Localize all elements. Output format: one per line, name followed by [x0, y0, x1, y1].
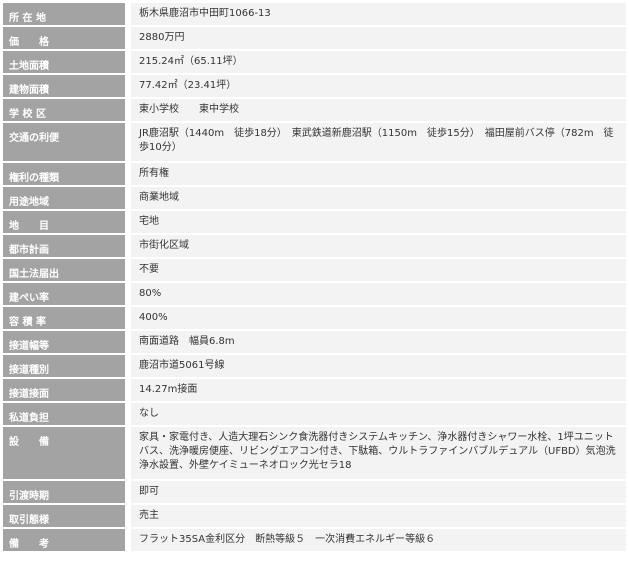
row-transport: 交通の利便 JR鹿沼駅（1440m 徒歩18分） 東武鉄道新鹿沼駅（1150m …	[3, 123, 626, 161]
row-remarks: 備 考 フラット35SA金利区分 断熱等級５ 一次消費エネルギー等級６	[3, 529, 626, 551]
row-label: 権利の種類	[3, 163, 131, 185]
row-city-planning: 都市計画 市街化区域	[3, 235, 626, 257]
row-land-category: 地 目 宅地	[3, 211, 626, 233]
row-value: 東小学校 東中学校	[131, 99, 626, 121]
row-road-type: 接道種別 鹿沼市道5061号線	[3, 355, 626, 377]
row-label: 地 目	[3, 211, 131, 233]
row-floor-area-ratio: 容 積 率 400%	[3, 307, 626, 329]
row-value: 2880万円	[131, 27, 626, 49]
row-label: 引渡時期	[3, 481, 131, 503]
row-label: 建物面積	[3, 75, 131, 97]
row-value: 鹿沼市道5061号線	[131, 355, 626, 377]
row-label: 所 在 地	[3, 3, 131, 25]
row-label: 接道幅等	[3, 331, 131, 353]
row-road-width: 接道幅等 南面道路 幅員6.8m	[3, 331, 626, 353]
row-label: 取引態様	[3, 505, 131, 527]
row-value: フラット35SA金利区分 断熱等級５ 一次消費エネルギー等級６	[131, 529, 626, 551]
row-label: 土地面積	[3, 51, 131, 73]
row-label: 都市計画	[3, 235, 131, 257]
row-building-area: 建物面積 77.42㎡（23.41坪）	[3, 75, 626, 97]
row-zoning: 用途地域 商業地域	[3, 187, 626, 209]
row-value: 南面道路 幅員6.8m	[131, 331, 626, 353]
row-price: 価 格 2880万円	[3, 27, 626, 49]
row-label: 設 備	[3, 427, 131, 479]
row-private-road: 私道負担 なし	[3, 403, 626, 425]
property-details: 所 在 地 栃木県鹿沼市中田町1066-13 価 格 2880万円 土地面積 2…	[3, 1, 626, 553]
row-label: 私道負担	[3, 403, 131, 425]
row-school-district: 学 校 区 東小学校 東中学校	[3, 99, 626, 121]
row-label: 接道接面	[3, 379, 131, 401]
row-label: 接道種別	[3, 355, 131, 377]
row-label: 国土法届出	[3, 259, 131, 281]
row-label: 交通の利便	[3, 123, 131, 161]
row-value: 即可	[131, 481, 626, 503]
row-value: 売主	[131, 505, 626, 527]
row-value: 77.42㎡（23.41坪）	[131, 75, 626, 97]
row-value: 215.24㎡（65.11坪）	[131, 51, 626, 73]
row-value: JR鹿沼駅（1440m 徒歩18分） 東武鉄道新鹿沼駅（1150m 徒歩15分）…	[131, 123, 626, 161]
row-value: 不要	[131, 259, 626, 281]
row-transaction-type: 取引態様 売主	[3, 505, 626, 527]
row-address: 所 在 地 栃木県鹿沼市中田町1066-13	[3, 3, 626, 25]
row-value: 市街化区域	[131, 235, 626, 257]
property-spec-table: 所 在 地 栃木県鹿沼市中田町1066-13 価 格 2880万円 土地面積 2…	[3, 1, 626, 553]
row-handover: 引渡時期 即可	[3, 481, 626, 503]
row-value: なし	[131, 403, 626, 425]
row-label: 用途地域	[3, 187, 131, 209]
row-label: 備 考	[3, 529, 131, 551]
row-land-law-notice: 国土法届出 不要	[3, 259, 626, 281]
row-road-frontage: 接道接面 14.27m接面	[3, 379, 626, 401]
row-value: 栃木県鹿沼市中田町1066-13	[131, 3, 626, 25]
row-label: 容 積 率	[3, 307, 131, 329]
row-coverage-ratio: 建ぺい率 80%	[3, 283, 626, 305]
row-label: 学 校 区	[3, 99, 131, 121]
row-value: 80%	[131, 283, 626, 305]
row-value: 家具・家電付き、人造大理石シンク食洗器付きシステムキッチン、浄水器付きシャワー水…	[131, 427, 626, 479]
row-value: 商業地域	[131, 187, 626, 209]
row-value: 宅地	[131, 211, 626, 233]
row-value: 400%	[131, 307, 626, 329]
row-label: 建ぺい率	[3, 283, 131, 305]
row-equipment: 設 備 家具・家電付き、人造大理石シンク食洗器付きシステムキッチン、浄水器付きシ…	[3, 427, 626, 479]
row-value: 14.27m接面	[131, 379, 626, 401]
row-value: 所有権	[131, 163, 626, 185]
row-rights: 権利の種類 所有権	[3, 163, 626, 185]
row-label: 価 格	[3, 27, 131, 49]
row-land-area: 土地面積 215.24㎡（65.11坪）	[3, 51, 626, 73]
